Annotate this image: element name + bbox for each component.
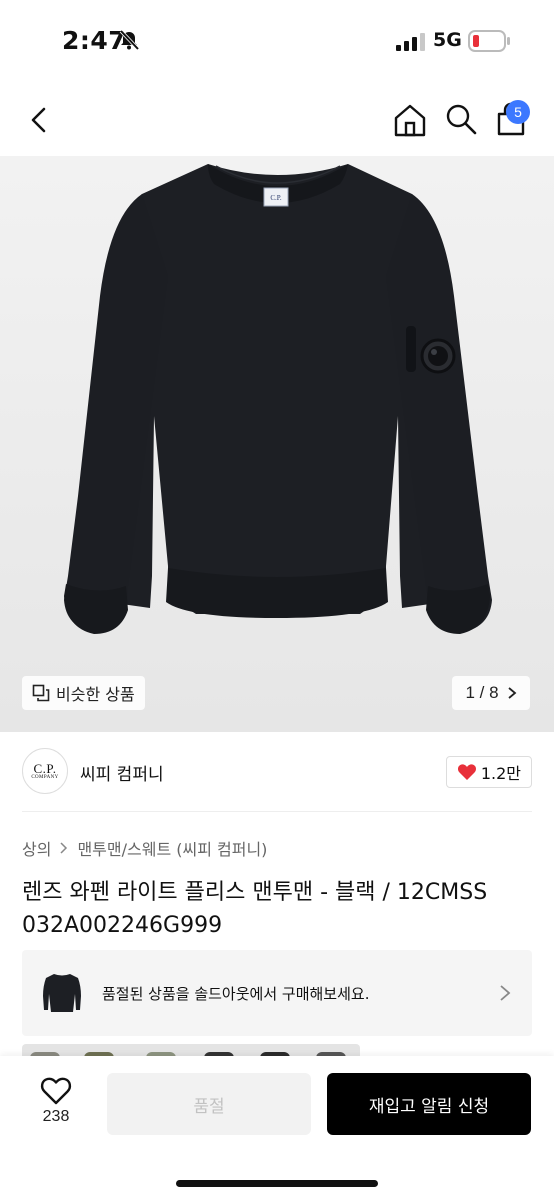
soldout-banner-text: 품절된 상품을 솔드아웃에서 구매해보세요. — [102, 985, 370, 1003]
brand-logo-subtext: COMPANY — [31, 774, 59, 780]
product-image-carousel[interactable]: C.P. 비슷한 상품 1 / 8 — [0, 156, 554, 732]
status-time: 2:47 — [62, 26, 127, 55]
nav-bar — [0, 84, 554, 156]
similar-products-label: 비슷한 상품 — [56, 685, 135, 704]
product-title: 렌즈 와펜 라이트 플리스 맨투맨 - 블랙 / 12CMSS 032A0022… — [22, 876, 532, 942]
network-label: 5G — [433, 29, 462, 51]
battery-low-icon — [468, 30, 510, 52]
breadcrumb: 상의 맨투맨/스웨트 (씨피 컴퍼니) — [22, 836, 267, 860]
image-page-indicator[interactable]: 1 / 8 — [452, 676, 530, 710]
status-bar: 2:47 5G — [0, 0, 554, 84]
soldout-button: 품절 — [107, 1073, 311, 1135]
product-title-line2: 032A002246G999 — [22, 913, 223, 938]
back-icon[interactable] — [24, 104, 56, 136]
brand-logo[interactable]: C.P. COMPANY — [22, 748, 68, 794]
chevron-right-icon — [500, 985, 511, 1001]
breadcrumb-item-category[interactable]: 상의 — [22, 836, 51, 860]
product-title-line1: 렌즈 와펜 라이트 플리스 맨투맨 - 블랙 / 12CMSS — [22, 880, 488, 905]
page-indicator-label: 1 / 8 — [465, 683, 499, 702]
product-thumbnail — [36, 964, 88, 1022]
bell-slash-icon — [119, 29, 140, 51]
restock-alert-button[interactable]: 재입고 알림 신청 — [327, 1073, 531, 1135]
divider — [22, 811, 532, 812]
soldout-market-banner[interactable]: 품절된 상품을 솔드아웃에서 구매해보세요. — [22, 950, 532, 1036]
signal-icon — [396, 33, 425, 51]
search-icon[interactable] — [444, 102, 478, 136]
brand-like-button[interactable]: 1.2만 — [445, 756, 532, 788]
collar-label-text: C.P. — [270, 194, 282, 202]
wish-count: 238 — [42, 1108, 70, 1125]
home-indicator — [176, 1180, 378, 1187]
brand-logo-text: C.P. — [33, 760, 57, 776]
breadcrumb-item-subcategory[interactable]: 맨투맨/스웨트 (씨피 컴퍼니) — [77, 836, 267, 860]
product-image: C.P. — [64, 164, 492, 634]
heart-filled-icon — [457, 764, 476, 780]
chevron-right-icon — [60, 842, 68, 854]
bottom-action-bar: 238 품절 재입고 알림 신청 — [0, 1056, 554, 1200]
cart-count-badge: 5 — [506, 100, 530, 124]
brand-name[interactable]: 씨피 컴퍼니 — [80, 760, 164, 785]
chevron-right-icon — [507, 687, 516, 699]
heart-outline-icon[interactable] — [40, 1076, 72, 1106]
home-icon[interactable] — [392, 102, 428, 138]
brand-row: C.P. COMPANY 씨피 컴퍼니 1.2만 — [22, 748, 532, 796]
similar-products-button[interactable]: 비슷한 상품 — [22, 676, 145, 710]
copy-icon — [32, 684, 50, 702]
brand-like-count: 1.2만 — [480, 764, 521, 783]
